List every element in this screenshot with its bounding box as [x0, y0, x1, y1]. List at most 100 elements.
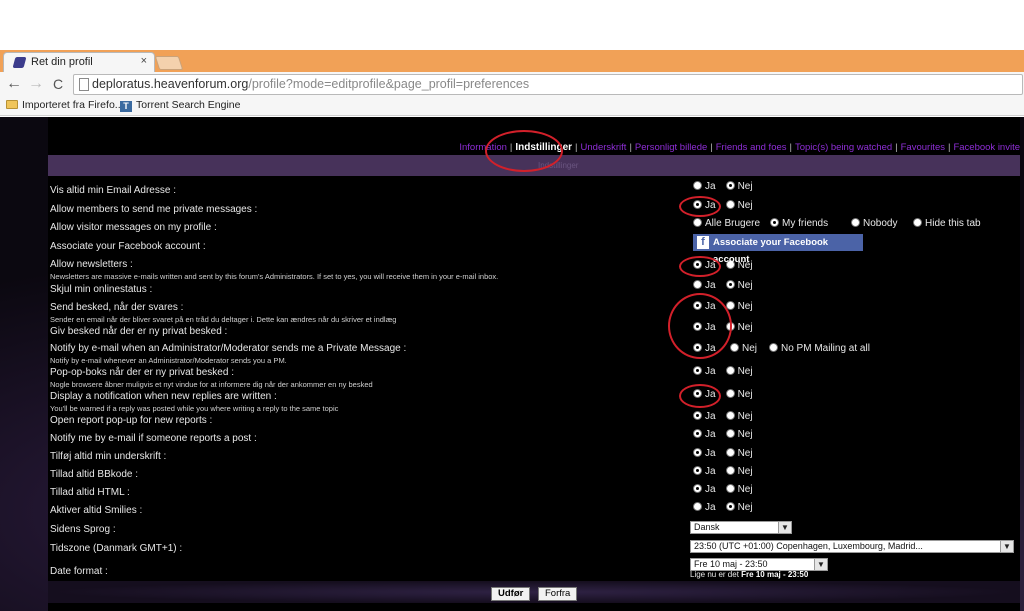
radio-option[interactable]: Ja	[693, 280, 716, 291]
radio-button[interactable]	[693, 322, 702, 331]
nav-link-7[interactable]: Facebook invite	[953, 142, 1020, 153]
radio-button[interactable]	[725, 200, 735, 209]
profile-nav: Information | Indstillinger | Underskrift | Pe…	[48, 142, 1020, 153]
radio-label: Ja	[705, 200, 716, 211]
radio-button[interactable]	[693, 502, 702, 511]
radio-option[interactable]: Nej	[725, 301, 753, 312]
radio-button[interactable]	[730, 343, 739, 352]
bookmark-torrent-search[interactable]: T Torrent Search Engine	[120, 99, 240, 112]
radio-option[interactable]: Ja	[693, 466, 716, 477]
address-bar[interactable]: deploratus.heavenforum.org/profile?mode=…	[73, 74, 1023, 95]
nav-link-5[interactable]: Topic(s) being watched	[795, 142, 892, 153]
reload-icon[interactable]: C	[48, 74, 68, 94]
radio-option[interactable]: Nej	[725, 466, 753, 477]
radio-option[interactable]: Ja	[693, 343, 716, 354]
radio-label: Ja	[705, 389, 716, 400]
nav-link-6[interactable]: Favourites	[901, 142, 945, 153]
radio-button[interactable]	[693, 484, 702, 493]
nav-link-3[interactable]: Personligt billede	[635, 142, 707, 153]
radio-button[interactable]	[725, 411, 735, 420]
nav-link-1[interactable]: Indstillinger	[515, 142, 572, 153]
radio-option[interactable]: Nej	[730, 343, 757, 354]
radio-option[interactable]: Ja	[693, 200, 716, 211]
setting-options: Ja Nej	[693, 280, 759, 291]
radio-button[interactable]	[913, 218, 922, 227]
radio-button[interactable]	[693, 466, 702, 475]
radio-option[interactable]: Nej	[725, 322, 753, 333]
radio-option[interactable]: Nej	[725, 448, 753, 459]
radio-button[interactable]	[693, 411, 702, 420]
radio-label: Nej	[737, 200, 753, 211]
forward-arrow-icon[interactable]: →	[26, 74, 46, 94]
radio-button[interactable]	[769, 343, 778, 352]
radio-button[interactable]	[725, 280, 735, 289]
radio-option[interactable]: Nej	[725, 280, 753, 291]
associate-facebook-button[interactable]: f Associate your Facebook account	[693, 234, 863, 265]
radio-button[interactable]	[725, 466, 735, 475]
radio-button[interactable]	[725, 448, 735, 457]
radio-button[interactable]	[693, 260, 702, 269]
setting-options: Ja Nej	[693, 322, 759, 333]
nav-link-4[interactable]: Friends and foes	[716, 142, 787, 153]
radio-option[interactable]: Nej	[725, 181, 753, 192]
radio-button[interactable]	[725, 366, 735, 375]
nav-separator: |	[895, 142, 898, 153]
radio-button[interactable]	[725, 429, 735, 438]
radio-option[interactable]: Ja	[693, 322, 716, 333]
setting-options: Ja Nej	[693, 448, 759, 459]
radio-button[interactable]	[693, 389, 702, 398]
radio-option[interactable]: Ja	[693, 181, 716, 192]
radio-button[interactable]	[693, 181, 702, 190]
radio-button[interactable]	[693, 200, 702, 209]
radio-button[interactable]	[693, 301, 702, 310]
bookmark-imported-folder[interactable]: Importeret fra Firefo...	[6, 99, 124, 111]
radio-option[interactable]: Nej	[725, 366, 753, 377]
radio-option[interactable]: Ja	[693, 411, 716, 422]
back-arrow-icon[interactable]: ←	[4, 74, 24, 94]
radio-option[interactable]: Nej	[725, 411, 753, 422]
new-tab-button[interactable]	[154, 56, 184, 70]
radio-button[interactable]	[693, 429, 702, 438]
nav-link-0[interactable]: Information	[459, 142, 507, 153]
radio-label: Ja	[705, 181, 716, 192]
radio-option[interactable]: Ja	[693, 389, 716, 400]
radio-button[interactable]	[693, 448, 702, 457]
radio-option[interactable]: Ja	[693, 484, 716, 495]
tab-close-icon[interactable]: ×	[141, 55, 147, 67]
radio-option[interactable]: Hide this tab	[913, 218, 981, 229]
radio-option[interactable]: Nej	[725, 200, 753, 211]
radio-option[interactable]: Ja	[693, 429, 716, 440]
radio-option[interactable]: Nej	[725, 484, 753, 495]
radio-option[interactable]: Ja	[693, 502, 716, 513]
radio-option[interactable]: No PM Mailing at all	[769, 343, 870, 354]
radio-option[interactable]: Nej	[725, 502, 753, 513]
radio-button[interactable]	[693, 218, 702, 227]
setting-label: Allow members to send me private message…	[50, 204, 258, 215]
submit-button[interactable]: Udfør	[491, 587, 531, 601]
radio-button[interactable]	[770, 218, 779, 227]
radio-button[interactable]	[693, 280, 702, 289]
radio-option[interactable]: Alle Brugere	[693, 218, 760, 229]
radio-button[interactable]	[693, 366, 702, 375]
radio-option[interactable]: Nobody	[851, 218, 897, 229]
setting-label: Open report pop-up for new reports :	[50, 415, 213, 426]
radio-option[interactable]: Nej	[725, 429, 753, 440]
radio-option[interactable]: Ja	[693, 301, 716, 312]
radio-button[interactable]	[725, 484, 735, 493]
radio-option[interactable]: Nej	[725, 389, 753, 400]
radio-option[interactable]: Ja	[693, 366, 716, 377]
reset-button[interactable]: Forfra	[538, 587, 578, 601]
radio-button[interactable]	[851, 218, 860, 227]
browser-tab[interactable]: Ret din profil ×	[3, 52, 155, 72]
radio-button[interactable]	[725, 301, 735, 310]
radio-option[interactable]: Ja	[693, 448, 716, 459]
nav-link-2[interactable]: Underskrift	[581, 142, 627, 153]
radio-button[interactable]	[725, 322, 735, 331]
radio-button[interactable]	[725, 502, 735, 511]
radio-button[interactable]	[725, 389, 735, 398]
radio-option[interactable]: My friends	[770, 218, 828, 229]
radio-button[interactable]	[693, 343, 702, 352]
timezone-select[interactable]: 23:50 (UTC +01:00) Copenhagen, Luxembour…	[690, 540, 1014, 553]
radio-button[interactable]	[725, 181, 735, 190]
language-select[interactable]: Dansk ▼	[690, 521, 792, 534]
